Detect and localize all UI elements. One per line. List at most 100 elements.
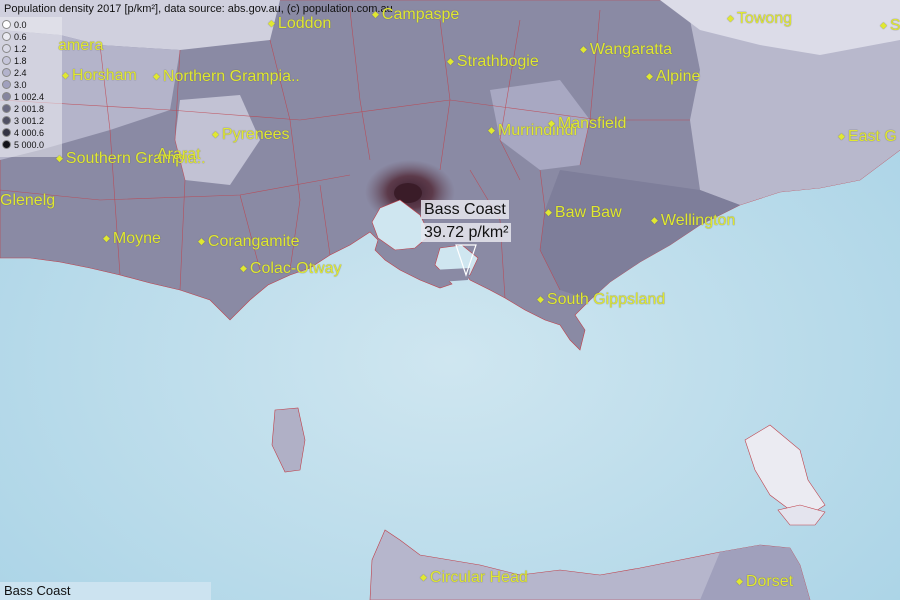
legend-item: 2.4: [2, 68, 27, 79]
place-marker-icon: ◆: [880, 20, 887, 30]
place-label: Ararat: [157, 146, 201, 164]
place-marker-icon: ◆: [447, 56, 454, 66]
place-label: ◆ Loddon: [268, 14, 331, 33]
place-label: ◆ Dorset: [736, 572, 793, 591]
legend-item: 3 001.2: [2, 116, 44, 127]
place-label: ◆ Wellington: [651, 211, 735, 230]
callout-name: Bass Coast: [421, 200, 509, 219]
legend-label: 1 002.4: [14, 92, 45, 102]
place-marker-icon: ◆: [727, 13, 734, 23]
legend-swatch: [2, 32, 11, 41]
place-label: ◆ Corangamite: [198, 232, 300, 251]
place-name: Loddon: [277, 15, 332, 32]
place-label: ◆ Northern Grampia..: [153, 67, 300, 86]
place-label: ◆ Towong: [727, 9, 792, 28]
legend-swatch: [2, 92, 11, 101]
place-label: ◆ East G: [838, 127, 897, 146]
legend-swatch: [2, 128, 11, 137]
place-label: ◆ Wangaratta: [580, 40, 672, 59]
place-marker-icon: ◆: [488, 125, 495, 135]
melbourne-core: [394, 183, 422, 203]
legend: 0.0 0.6 1.2 1.8 2.4 3.0 1 002.4 2 001.8 3 001.2 4…: [0, 17, 62, 157]
legend-swatch: [2, 68, 11, 77]
legend-label: 0.0: [14, 20, 27, 30]
place-name: Colac-Otway: [249, 260, 342, 277]
place-marker-icon: ◆: [646, 71, 653, 81]
place-name: South Gippsland: [546, 291, 666, 308]
place-label: ◆Sn: [880, 16, 900, 35]
legend-label: 5 000.0: [14, 140, 45, 150]
place-marker-icon: ◆: [537, 294, 544, 304]
place-name: Horsham: [71, 67, 137, 84]
place-marker-icon: ◆: [56, 153, 63, 163]
place-label: ◆ Strathbogie: [447, 52, 539, 71]
legend-label: 2.4: [14, 68, 27, 78]
legend-label: 3.0: [14, 80, 27, 90]
legend-item: 0.6: [2, 32, 27, 43]
legend-item: 3.0: [2, 80, 27, 91]
place-name: Northern Grampia..: [162, 68, 300, 85]
place-name: Moyne: [112, 230, 161, 247]
callout-pointer: [455, 244, 477, 277]
place-name: Towong: [736, 10, 793, 27]
place-label: ◆ Baw Baw: [545, 203, 622, 222]
place-name: Campaspe: [381, 6, 460, 23]
legend-label: 1.2: [14, 44, 27, 54]
place-marker-icon: ◆: [736, 576, 743, 586]
place-label: ◆ South Gippsland: [537, 290, 665, 309]
place-marker-icon: ◆: [651, 215, 658, 225]
legend-swatch: [2, 104, 11, 113]
place-label: Glenelg: [0, 192, 55, 210]
legend-item: 4 000.6: [2, 128, 44, 139]
legend-item: 1 002.4: [2, 92, 44, 103]
place-marker-icon: ◆: [268, 18, 275, 28]
place-marker-icon: ◆: [198, 236, 205, 246]
legend-item: 0.0: [2, 20, 27, 31]
place-name: amera: [58, 37, 104, 54]
place-label: ◆ Horsham: [62, 66, 137, 85]
map-header: Population density 2017 [p/km²], data so…: [4, 3, 393, 15]
legend-item: 1.8: [2, 56, 27, 67]
place-label: ◆ Mansfield: [548, 114, 626, 133]
place-marker-icon: ◆: [372, 9, 379, 19]
place-name: Glenelg: [0, 192, 56, 209]
legend-swatch: [2, 56, 11, 65]
legend-label: 1.8: [14, 56, 27, 66]
place-name: Baw Baw: [554, 204, 622, 221]
place-marker-icon: ◆: [838, 131, 845, 141]
place-label: ◆ Campaspe: [372, 5, 459, 24]
place-label: amera: [58, 37, 103, 55]
place-name: Pyrenees: [221, 126, 290, 143]
place-label: ◆ Circular Head: [420, 568, 528, 587]
callout-value: 39.72 p/km²: [421, 223, 512, 242]
place-name: Mansfield: [557, 115, 627, 132]
place-marker-icon: ◆: [62, 70, 69, 80]
legend-item: 2 001.8: [2, 104, 44, 115]
selected-region-label: Bass Coast: [0, 582, 211, 600]
place-label: ◆ Pyrenees: [212, 125, 290, 144]
place-marker-icon: ◆: [580, 44, 587, 54]
place-marker-icon: ◆: [153, 71, 160, 81]
legend-label: 3 001.2: [14, 116, 45, 126]
legend-swatch: [2, 44, 11, 53]
place-label: ◆ Alpine: [646, 67, 700, 86]
legend-swatch: [2, 20, 11, 29]
place-name: Sn: [889, 17, 900, 34]
place-marker-icon: ◆: [420, 572, 427, 582]
place-label: ◆ Colac-Otway: [240, 259, 342, 278]
place-marker-icon: ◆: [545, 207, 552, 217]
place-marker-icon: ◆: [240, 263, 247, 273]
place-name: Wangaratta: [589, 41, 673, 58]
place-name: Ararat: [157, 146, 201, 163]
legend-swatch: [2, 116, 11, 125]
place-name: Corangamite: [207, 233, 300, 250]
place-name: Alpine: [655, 68, 701, 85]
legend-swatch: [2, 140, 11, 149]
place-marker-icon: ◆: [103, 233, 110, 243]
place-name: Strathbogie: [456, 53, 539, 70]
place-name: East G: [847, 128, 897, 145]
legend-swatch: [2, 80, 11, 89]
place-label: ◆ Moyne: [103, 229, 161, 248]
legend-item: 5 000.0: [2, 140, 44, 151]
legend-item: 1.2: [2, 44, 27, 55]
